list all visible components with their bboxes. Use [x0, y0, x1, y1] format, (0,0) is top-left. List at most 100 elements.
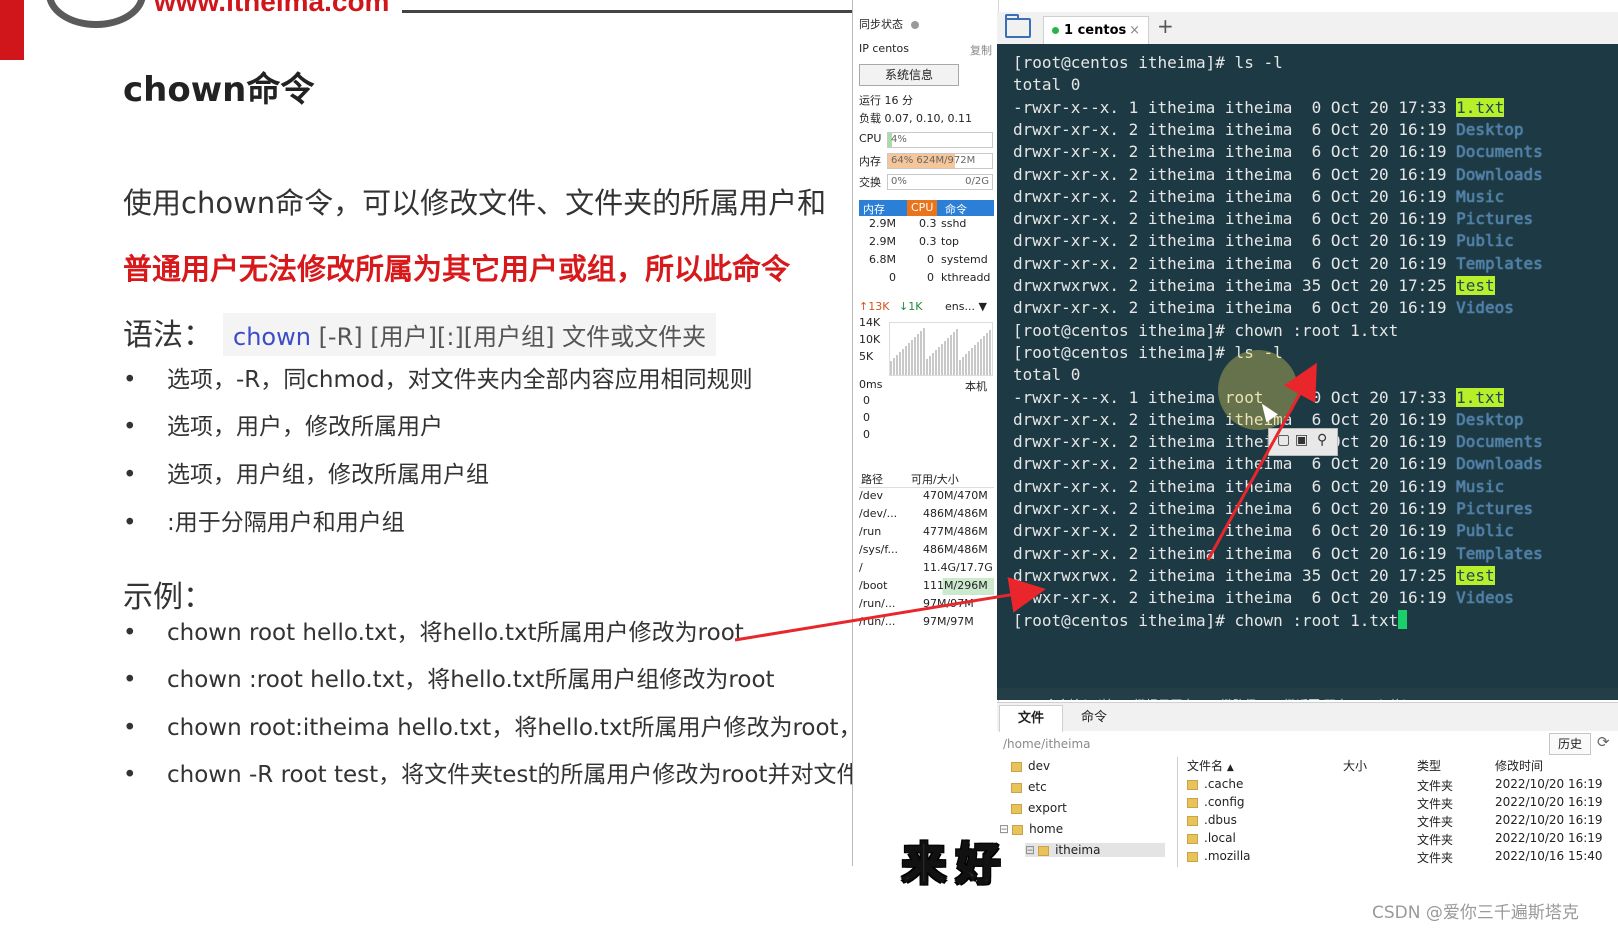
- traffic-bar: [923, 328, 925, 375]
- traffic-bar: [962, 357, 964, 375]
- tab-centos[interactable]: 1 centos ×: [1043, 16, 1149, 45]
- tree-item-label: dev: [1028, 759, 1051, 773]
- add-tab-button[interactable]: +: [1157, 14, 1174, 38]
- latency-value: 0: [863, 411, 870, 424]
- connected-dot-icon: [1052, 27, 1059, 34]
- file-mtime: 2022/10/20 16:19: [1495, 777, 1603, 791]
- swap-total: 0/2G: [965, 176, 989, 187]
- disk-size: 486M/486M: [923, 507, 988, 520]
- file-name: .local: [1187, 831, 1236, 845]
- listing-filename: test: [1456, 565, 1495, 585]
- traffic-bar: [983, 336, 985, 375]
- disk-row: / 11.4G/17.7G: [859, 560, 994, 577]
- file-type: 文件夹: [1417, 851, 1454, 865]
- close-tab-icon[interactable]: ×: [1129, 17, 1140, 45]
- copy-icon[interactable]: ▢: [1277, 432, 1290, 448]
- disk-col-path[interactable]: 路径: [861, 471, 883, 487]
- column-header-type[interactable]: 类型: [1417, 757, 1441, 774]
- video-subtitle: 来好: [901, 838, 1010, 891]
- ip-label: IP centos: [859, 42, 909, 55]
- traffic-bar: [950, 335, 952, 375]
- listing-filename: Music: [1456, 186, 1505, 206]
- listing-filename: 1.txt: [1456, 97, 1505, 117]
- slide-intro: 使用chown命令，可以修改文件、文件夹的所属用户和: [123, 186, 827, 220]
- copy-ip-button[interactable]: 复制: [970, 42, 992, 58]
- listing-filename: Pictures: [1456, 499, 1534, 518]
- paste-icon[interactable]: ▣: [1295, 432, 1308, 448]
- terminal-listing-line: drwxr-xr-x. 2 itheima itheima 6 Oct 20 1…: [1013, 476, 1504, 498]
- prompt-text: [root@centos itheima]# chown :root 1.txt: [1013, 610, 1399, 630]
- swap-label: 交换: [859, 176, 881, 189]
- terminal-output[interactable]: 命令输入 (按ALT键提示历史,TAB键路径,ESC键返回,双击CTRL切换) …: [997, 44, 1618, 700]
- process-col-mem[interactable]: 内存: [863, 201, 885, 217]
- listing-filename: Videos: [1456, 588, 1514, 608]
- tree-item[interactable]: export: [1011, 801, 1067, 815]
- column-header-size[interactable]: 大小: [1343, 757, 1367, 774]
- latency-host: 本机: [965, 380, 987, 393]
- terminal-listing-line: drwxr-xr-x. 2 itheima itheima 6 Oct 20 1…: [1013, 543, 1543, 565]
- search-icon[interactable]: ⚲: [1317, 432, 1327, 448]
- disk-row: /run/... 97M/97M: [859, 614, 994, 631]
- folder-icon: [1038, 845, 1050, 856]
- disk-size: 11.4G/17.7G: [923, 561, 993, 574]
- terminal-listing-line: drwxr-xr-x. 2 itheima itheima 6 Oct 20 1…: [1013, 453, 1543, 475]
- process-cmd: systemd: [941, 253, 988, 266]
- process-col-cmd[interactable]: 命令: [945, 201, 967, 217]
- current-path[interactable]: /home/itheima: [1003, 737, 1091, 751]
- tab-files[interactable]: 文件: [999, 705, 1064, 732]
- terminal-line: total 0: [1013, 75, 1081, 95]
- file-type: 文件夹: [1417, 797, 1454, 811]
- cpu-label: CPU: [859, 132, 882, 145]
- listing-attributes: drwxr-xr-x. 2 itheima itheima 6 Oct 20 1…: [1013, 231, 1457, 251]
- tab-label: 1 centos: [1064, 23, 1127, 38]
- disk-size: 486M/486M: [923, 543, 988, 556]
- open-folder-icon[interactable]: [1005, 14, 1031, 38]
- column-header-name[interactable]: 文件名 ▲: [1187, 757, 1234, 774]
- terminal-tab-bar: 1 centos × +: [997, 12, 1618, 45]
- file-type: 文件夹: [1417, 815, 1454, 829]
- traffic-bar: [965, 354, 967, 375]
- sync-status: 同步状态: [859, 16, 919, 32]
- process-row: 2.9M 0.3 sshd: [859, 216, 994, 233]
- system-info-button[interactable]: 系统信息: [859, 64, 959, 86]
- traffic-bar: [914, 337, 916, 375]
- terminal-listing-line: -rwxr-x--x. 1 itheima itheima 0 Oct 20 1…: [1013, 97, 1505, 119]
- terminal-listing-line: drwxr-xr-x. 2 itheima itheima 6 Oct 20 1…: [1013, 141, 1543, 163]
- cpu-usage-value: 4%: [891, 134, 907, 145]
- disk-size: 477M/486M: [923, 525, 988, 538]
- folder-icon: [1187, 797, 1198, 808]
- disk-row: /run/... 97M/97M: [859, 596, 994, 613]
- example-item: • chown :root hello.txt，将hello.txt所属用户组修改…: [123, 667, 775, 693]
- process-cpu: 0: [927, 271, 934, 284]
- collapse-icon[interactable]: ⊟: [1025, 843, 1035, 857]
- traffic-bar: [959, 360, 961, 375]
- tree-item[interactable]: etc: [1011, 780, 1047, 794]
- terminal-line: total 0: [1013, 365, 1081, 385]
- example-text: chown root:itheima hello.txt，将hello.txt所…: [167, 715, 852, 741]
- net-interface-select[interactable]: ens... ▼: [945, 300, 987, 313]
- process-cpu: 0: [927, 253, 934, 266]
- traffic-bar: [908, 343, 910, 375]
- tree-item-selected[interactable]: ⊟ itheima: [1025, 843, 1165, 857]
- history-button[interactable]: 历史: [1549, 733, 1591, 755]
- tree-item[interactable]: dev: [1011, 759, 1050, 773]
- cpu-usage-bar: 4%: [887, 132, 993, 148]
- listing-filename: test: [1456, 276, 1495, 295]
- file-name-label: .cache: [1204, 777, 1244, 791]
- traffic-bar: [902, 349, 904, 375]
- terminal-prompt-line: [root@centos itheima]# chown :root 1.txt: [1013, 609, 1408, 632]
- column-header-mtime[interactable]: 修改时间: [1495, 757, 1543, 774]
- refresh-icon[interactable]: ⟳: [1597, 733, 1610, 751]
- listing-attributes: drwxr-xr-x. 2 itheima itheima 6 Oct 20 1…: [1013, 253, 1457, 273]
- syntax-row: 语法： chown [-R] [用户][:][用户组] 文件或文件夹: [123, 310, 717, 356]
- tab-commands[interactable]: 命令: [1063, 705, 1125, 731]
- process-col-cpu[interactable]: CPU: [907, 200, 938, 216]
- traffic-bar: [974, 345, 976, 375]
- disk-path: /sys/f...: [859, 543, 898, 556]
- disk-col-size[interactable]: 可用/大小: [911, 471, 959, 487]
- listing-attributes: drwxr-xr-x. 2 itheima itheima 6 Oct 20 1…: [1013, 454, 1457, 474]
- terminal-line: [root@centos itheima]# ls -l: [1013, 53, 1283, 72]
- sync-status-label: 同步状态: [859, 18, 903, 31]
- command-input-hint[interactable]: 命令输入 (按ALT键提示历史,TAB键路径,ESC键返回,双击CTRL切换): [997, 688, 1618, 700]
- example-text: chown root hello.txt，将hello.txt所属用户修改为ro…: [167, 620, 744, 646]
